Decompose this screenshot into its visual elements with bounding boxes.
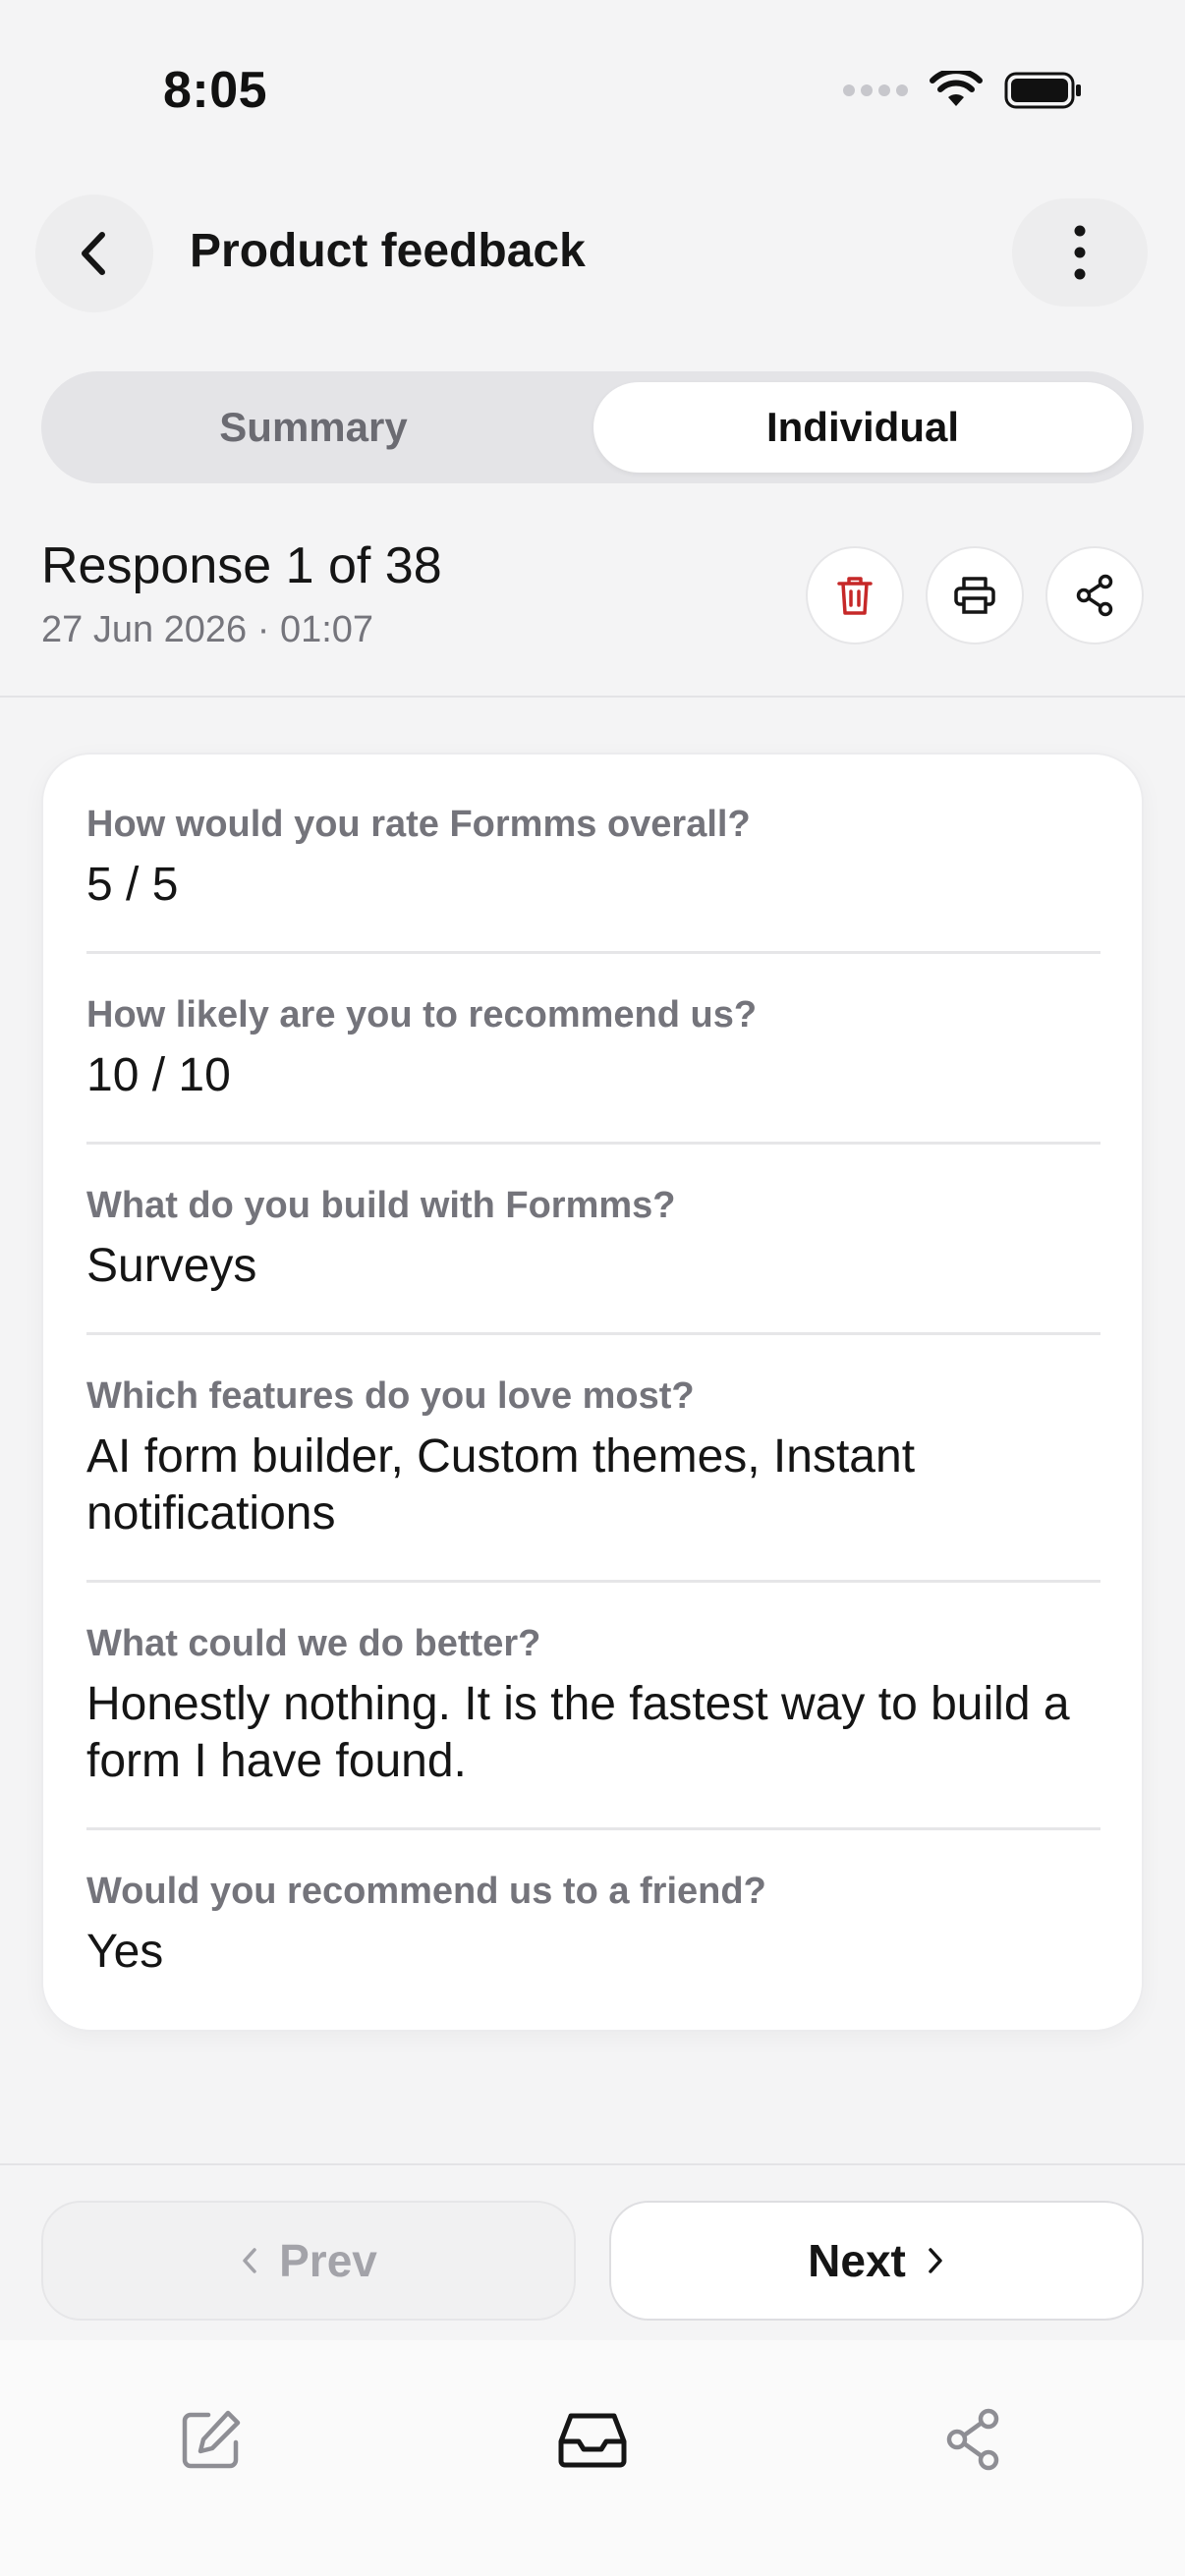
next-label: Next: [808, 2235, 906, 2286]
battery-icon: [1004, 72, 1081, 109]
bottom-tab-bar: [0, 2340, 1185, 2576]
back-button[interactable]: [35, 195, 153, 312]
question-label: What could we do better?: [86, 1623, 541, 1664]
next-response-button[interactable]: Next: [609, 2201, 1144, 2321]
inbox-icon: [558, 2413, 627, 2468]
question-label: How likely are you to recommend us?: [86, 994, 758, 1036]
answer-value: 5 / 5: [86, 859, 179, 911]
question-label: Which features do you love most?: [86, 1375, 695, 1417]
print-response-button[interactable]: [926, 546, 1024, 644]
question-label: Would you recommend us to a friend?: [86, 1871, 766, 1912]
printer-icon: [954, 577, 995, 614]
more-options-button[interactable]: [1012, 198, 1148, 307]
answer-value: Honestly nothing. It is the fastest way …: [86, 1678, 1070, 1787]
page-title: Product feedback: [190, 225, 586, 277]
edit-icon: [182, 2410, 241, 2469]
chevron-left-icon: [82, 232, 105, 275]
answer-item: How likely are you to recommend us? 10 /…: [86, 992, 1100, 1104]
response-answers-card: How would you rate Formms overall? 5 / 5…: [41, 753, 1144, 2032]
response-detail-screen: 8:05 Product feedback Summary Individual…: [0, 0, 1185, 2576]
answer-item: What could we do better? Honestly nothin…: [86, 1621, 1100, 1790]
status-indicators: [843, 71, 1083, 110]
wifi-icon: [930, 71, 983, 106]
share-response-button[interactable]: [1045, 546, 1144, 644]
chevron-right-icon: [929, 2248, 942, 2273]
answer-value: AI form builder, Custom themes, Instant …: [86, 1430, 916, 1540]
divider: [86, 951, 1100, 954]
answer-item: Which features do you love most? AI form…: [86, 1373, 1100, 1542]
tab-individual[interactable]: Individual: [593, 382, 1132, 473]
divider: [86, 1580, 1100, 1583]
divider: [86, 1142, 1100, 1145]
prev-response-button[interactable]: Prev: [41, 2201, 576, 2321]
tab-share[interactable]: [930, 2395, 1018, 2484]
view-segmented-control: Summary Individual: [41, 371, 1144, 483]
chevron-left-icon: [243, 2248, 256, 2273]
answer-item: How would you rate Formms overall? 5 / 5: [86, 802, 1100, 914]
delete-response-button[interactable]: [806, 546, 904, 644]
question-label: What do you build with Formms?: [86, 1185, 676, 1226]
answer-item: Would you recommend us to a friend? Yes: [86, 1869, 1100, 1981]
divider: [86, 1332, 1100, 1335]
answer-value: Surveys: [86, 1240, 257, 1292]
prev-label: Prev: [279, 2235, 377, 2286]
response-counter: Response 1 of 38: [41, 537, 442, 594]
share-icon: [946, 2408, 999, 2471]
share-icon: [1076, 574, 1113, 617]
status-time: 8:05: [163, 62, 268, 119]
more-vertical-icon: [1074, 225, 1086, 280]
answer-value: Yes: [86, 1926, 164, 1978]
divider: [0, 2163, 1185, 2165]
tab-inbox[interactable]: [548, 2395, 637, 2484]
divider: [86, 1827, 1100, 1830]
trash-icon: [837, 577, 873, 615]
question-label: How would you rate Formms overall?: [86, 804, 751, 845]
answer-value: 10 / 10: [86, 1049, 231, 1101]
cellular-signal-icon: [843, 84, 908, 96]
tab-summary[interactable]: Summary: [53, 382, 574, 473]
tab-edit[interactable]: [167, 2395, 255, 2484]
divider: [0, 696, 1185, 698]
response-timestamp: 27 Jun 2026 · 01:07: [41, 609, 374, 650]
answer-item: What do you build with Formms? Surveys: [86, 1183, 1100, 1295]
